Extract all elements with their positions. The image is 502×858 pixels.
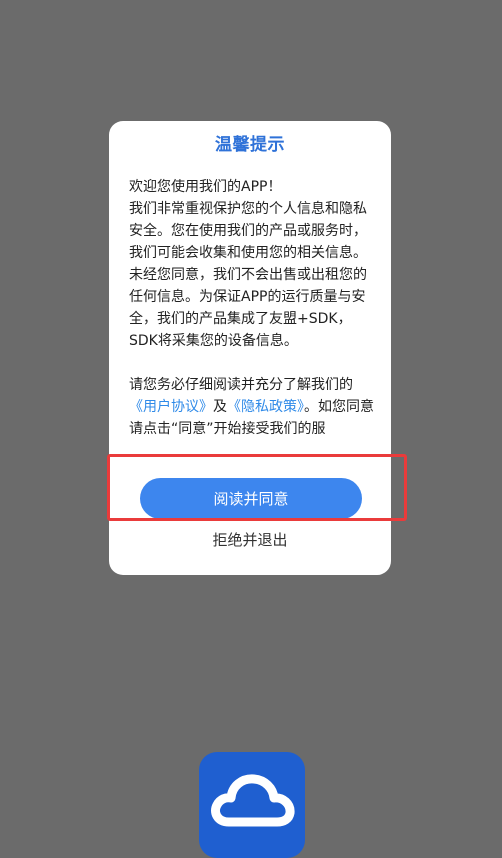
app-cloud-icon (199, 752, 305, 858)
cloud-icon (211, 774, 295, 827)
privacy-dialog: 温馨提示 欢迎您使用我们的APP！ 我们非常重视保护您的个人信息和隐私安全。您在… (109, 121, 391, 575)
message-paragraph-consent: 请您务必仔细阅读并充分了解我们的《用户协议》及《隐私政策》。如您同意请点击“同意… (129, 374, 377, 440)
dialog-title: 温馨提示 (215, 135, 285, 155)
user-agreement-link[interactable]: 《用户协议》 (129, 399, 213, 415)
message-paragraph-intro: 欢迎您使用我们的APP！ 我们非常重视保护您的个人信息和隐私安全。您在使用我们的… (129, 179, 367, 349)
privacy-policy-link[interactable]: 《隐私政策》 (227, 399, 304, 415)
read-and-agree-button[interactable]: 阅读并同意 (140, 478, 362, 519)
reject-and-exit-button[interactable]: 拒绝并退出 (109, 528, 391, 552)
consent-prefix-text: 请您务必仔细阅读并充分了解我们的 (129, 377, 353, 393)
conjunction-text: 及 (213, 399, 227, 415)
dialog-message[interactable]: 欢迎您使用我们的APP！ 我们非常重视保护您的个人信息和隐私安全。您在使用我们的… (129, 176, 377, 442)
